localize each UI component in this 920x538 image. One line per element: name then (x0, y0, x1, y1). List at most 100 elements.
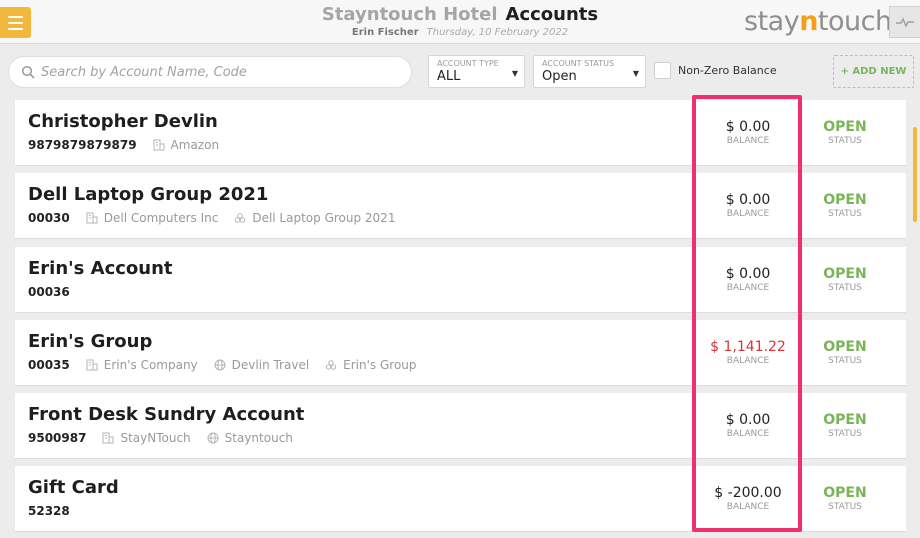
balance-amount: $ 0.00 (725, 266, 771, 282)
account-number: 52328 (28, 504, 70, 518)
balance-cell: $ 0.00 BALANCE (697, 173, 799, 239)
company-item: Dell Computers Inc (86, 211, 219, 225)
status-value: OPEN (823, 485, 867, 501)
account-number: 9879879879879 (28, 138, 137, 152)
balance-amount: $ 1,141.22 (710, 339, 786, 355)
balance-label: BALANCE (726, 283, 770, 293)
balance-cell: $ 0.00 BALANCE (697, 247, 799, 313)
account-meta: 9500987 StayNTouch Stayntouch (28, 431, 309, 445)
balance-label: BALANCE (726, 502, 770, 512)
pulse-icon (896, 17, 914, 28)
balance-cell: $ 0.00 BALANCE (697, 100, 799, 166)
company-name: Dell Computers Inc (103, 211, 219, 225)
account-row[interactable]: Erin's Account 00036 $ 0.00 BALANCE OPEN… (15, 247, 906, 313)
balance-label: BALANCE (726, 429, 770, 439)
account-number: 00030 (28, 211, 70, 225)
status-cell: OPEN STATUS (802, 393, 888, 459)
company-item: StayNTouch (102, 431, 191, 445)
non-zero-balance-label: Non-Zero Balance (678, 64, 777, 77)
search-icon (21, 65, 35, 79)
hotel-name: Stayntouch Hotel (321, 4, 498, 25)
account-type-dropdown[interactable]: ACCOUNT TYPE ALL ▼ (428, 55, 525, 88)
account-type-value: ALL (437, 69, 461, 84)
account-meta: 00035 Erin's Company Devlin Travel Erin'… (28, 358, 433, 372)
balance-cell: $ -200.00 BALANCE (697, 466, 799, 532)
company-item: Erin's Company (86, 358, 198, 372)
account-name: Dell Laptop Group 2021 (28, 184, 269, 205)
balance-amount: $ 0.00 (725, 412, 771, 428)
balance-label: BALANCE (726, 136, 770, 146)
status-value: OPEN (823, 192, 867, 208)
status-label: STATUS (828, 136, 862, 146)
status-cell: OPEN STATUS (802, 466, 888, 532)
menu-button[interactable] (0, 7, 31, 38)
travel-agent-item: Devlin Travel (214, 358, 309, 372)
group-item: Erin's Group (325, 358, 417, 372)
globe-icon (214, 359, 226, 371)
status-label: STATUS (828, 209, 862, 219)
account-row[interactable]: Dell Laptop Group 2021 00030 Dell Comput… (15, 173, 906, 239)
building-icon (153, 139, 165, 151)
status-value: OPEN (823, 339, 867, 355)
company-item: Amazon (153, 138, 220, 152)
account-meta: 9879879879879 Amazon (28, 138, 235, 152)
building-icon (102, 432, 114, 444)
account-row[interactable]: Christopher Devlin 9879879879879 Amazon … (15, 100, 906, 166)
status-value: OPEN (823, 119, 867, 135)
status-label: STATUS (828, 283, 862, 293)
account-type-label: ACCOUNT TYPE (437, 59, 499, 68)
brand-logo: stayntouch (744, 6, 892, 37)
account-meta: 00030 Dell Computers Inc Dell Laptop Gro… (28, 211, 411, 225)
hamburger-icon (8, 15, 23, 18)
status-label: STATUS (828, 502, 862, 512)
globe-icon (207, 432, 219, 444)
group-item: Dell Laptop Group 2021 (234, 211, 395, 225)
travel-agent-name: Devlin Travel (231, 358, 310, 372)
building-icon (86, 212, 98, 224)
company-name: Amazon (170, 138, 220, 152)
account-row[interactable]: Front Desk Sundry Account 9500987 StayNT… (15, 393, 906, 459)
account-meta: 52328 (28, 504, 86, 518)
search-input[interactable] (41, 64, 381, 80)
balance-label: BALANCE (726, 356, 770, 366)
balance-cell: $ 0.00 BALANCE (697, 393, 799, 459)
group-name: Erin's Group (343, 358, 417, 372)
user-name: Erin Fischer (351, 27, 419, 38)
account-status-dropdown[interactable]: ACCOUNT STATUS Open ▼ (533, 55, 646, 88)
filter-bar: ACCOUNT TYPE ALL ▼ ACCOUNT STATUS Open ▼… (0, 44, 920, 98)
group-name: Dell Laptop Group 2021 (252, 211, 396, 225)
account-number: 00035 (28, 358, 70, 372)
account-row[interactable]: Erin's Group 00035 Erin's Company Devlin… (15, 320, 906, 386)
status-cell: OPEN STATUS (802, 173, 888, 239)
building-icon (86, 359, 98, 371)
status-value: OPEN (823, 412, 867, 428)
group-icon (325, 360, 337, 370)
group-icon (235, 213, 246, 223)
account-status-label: ACCOUNT STATUS (542, 59, 615, 68)
account-row[interactable]: Gift Card 52328 $ -200.00 BALANCE OPEN S… (15, 466, 906, 532)
account-number: 00036 (28, 285, 70, 299)
status-cell: OPEN STATUS (802, 320, 888, 386)
non-zero-balance-toggle[interactable]: Non-Zero Balance (654, 62, 777, 79)
caret-down-icon: ▼ (632, 69, 639, 78)
travel-agent-item: Stayntouch (207, 431, 293, 445)
account-name: Erin's Group (28, 331, 153, 352)
account-name: Front Desk Sundry Account (28, 404, 305, 425)
non-zero-balance-checkbox[interactable] (654, 62, 671, 79)
company-name: Erin's Company (103, 358, 198, 372)
balance-cell: $ 1,141.22 BALANCE (697, 320, 799, 386)
balance-amount: $ 0.00 (725, 192, 771, 208)
status-value: OPEN (823, 266, 867, 282)
account-list: Christopher Devlin 9879879879879 Amazon … (0, 98, 920, 538)
account-number: 9500987 (28, 431, 87, 445)
caret-down-icon: ▼ (511, 69, 518, 78)
business-date: Thursday, 10 February 2022 (426, 27, 569, 38)
account-name: Erin's Account (28, 258, 173, 279)
list-scrollbar[interactable] (913, 127, 917, 222)
activity-button[interactable] (889, 6, 920, 38)
search-box[interactable] (8, 56, 412, 88)
account-name: Gift Card (28, 477, 119, 498)
add-new-button[interactable]: + ADD NEW (833, 55, 914, 88)
company-name: StayNTouch (120, 431, 191, 445)
account-name: Christopher Devlin (28, 111, 218, 132)
